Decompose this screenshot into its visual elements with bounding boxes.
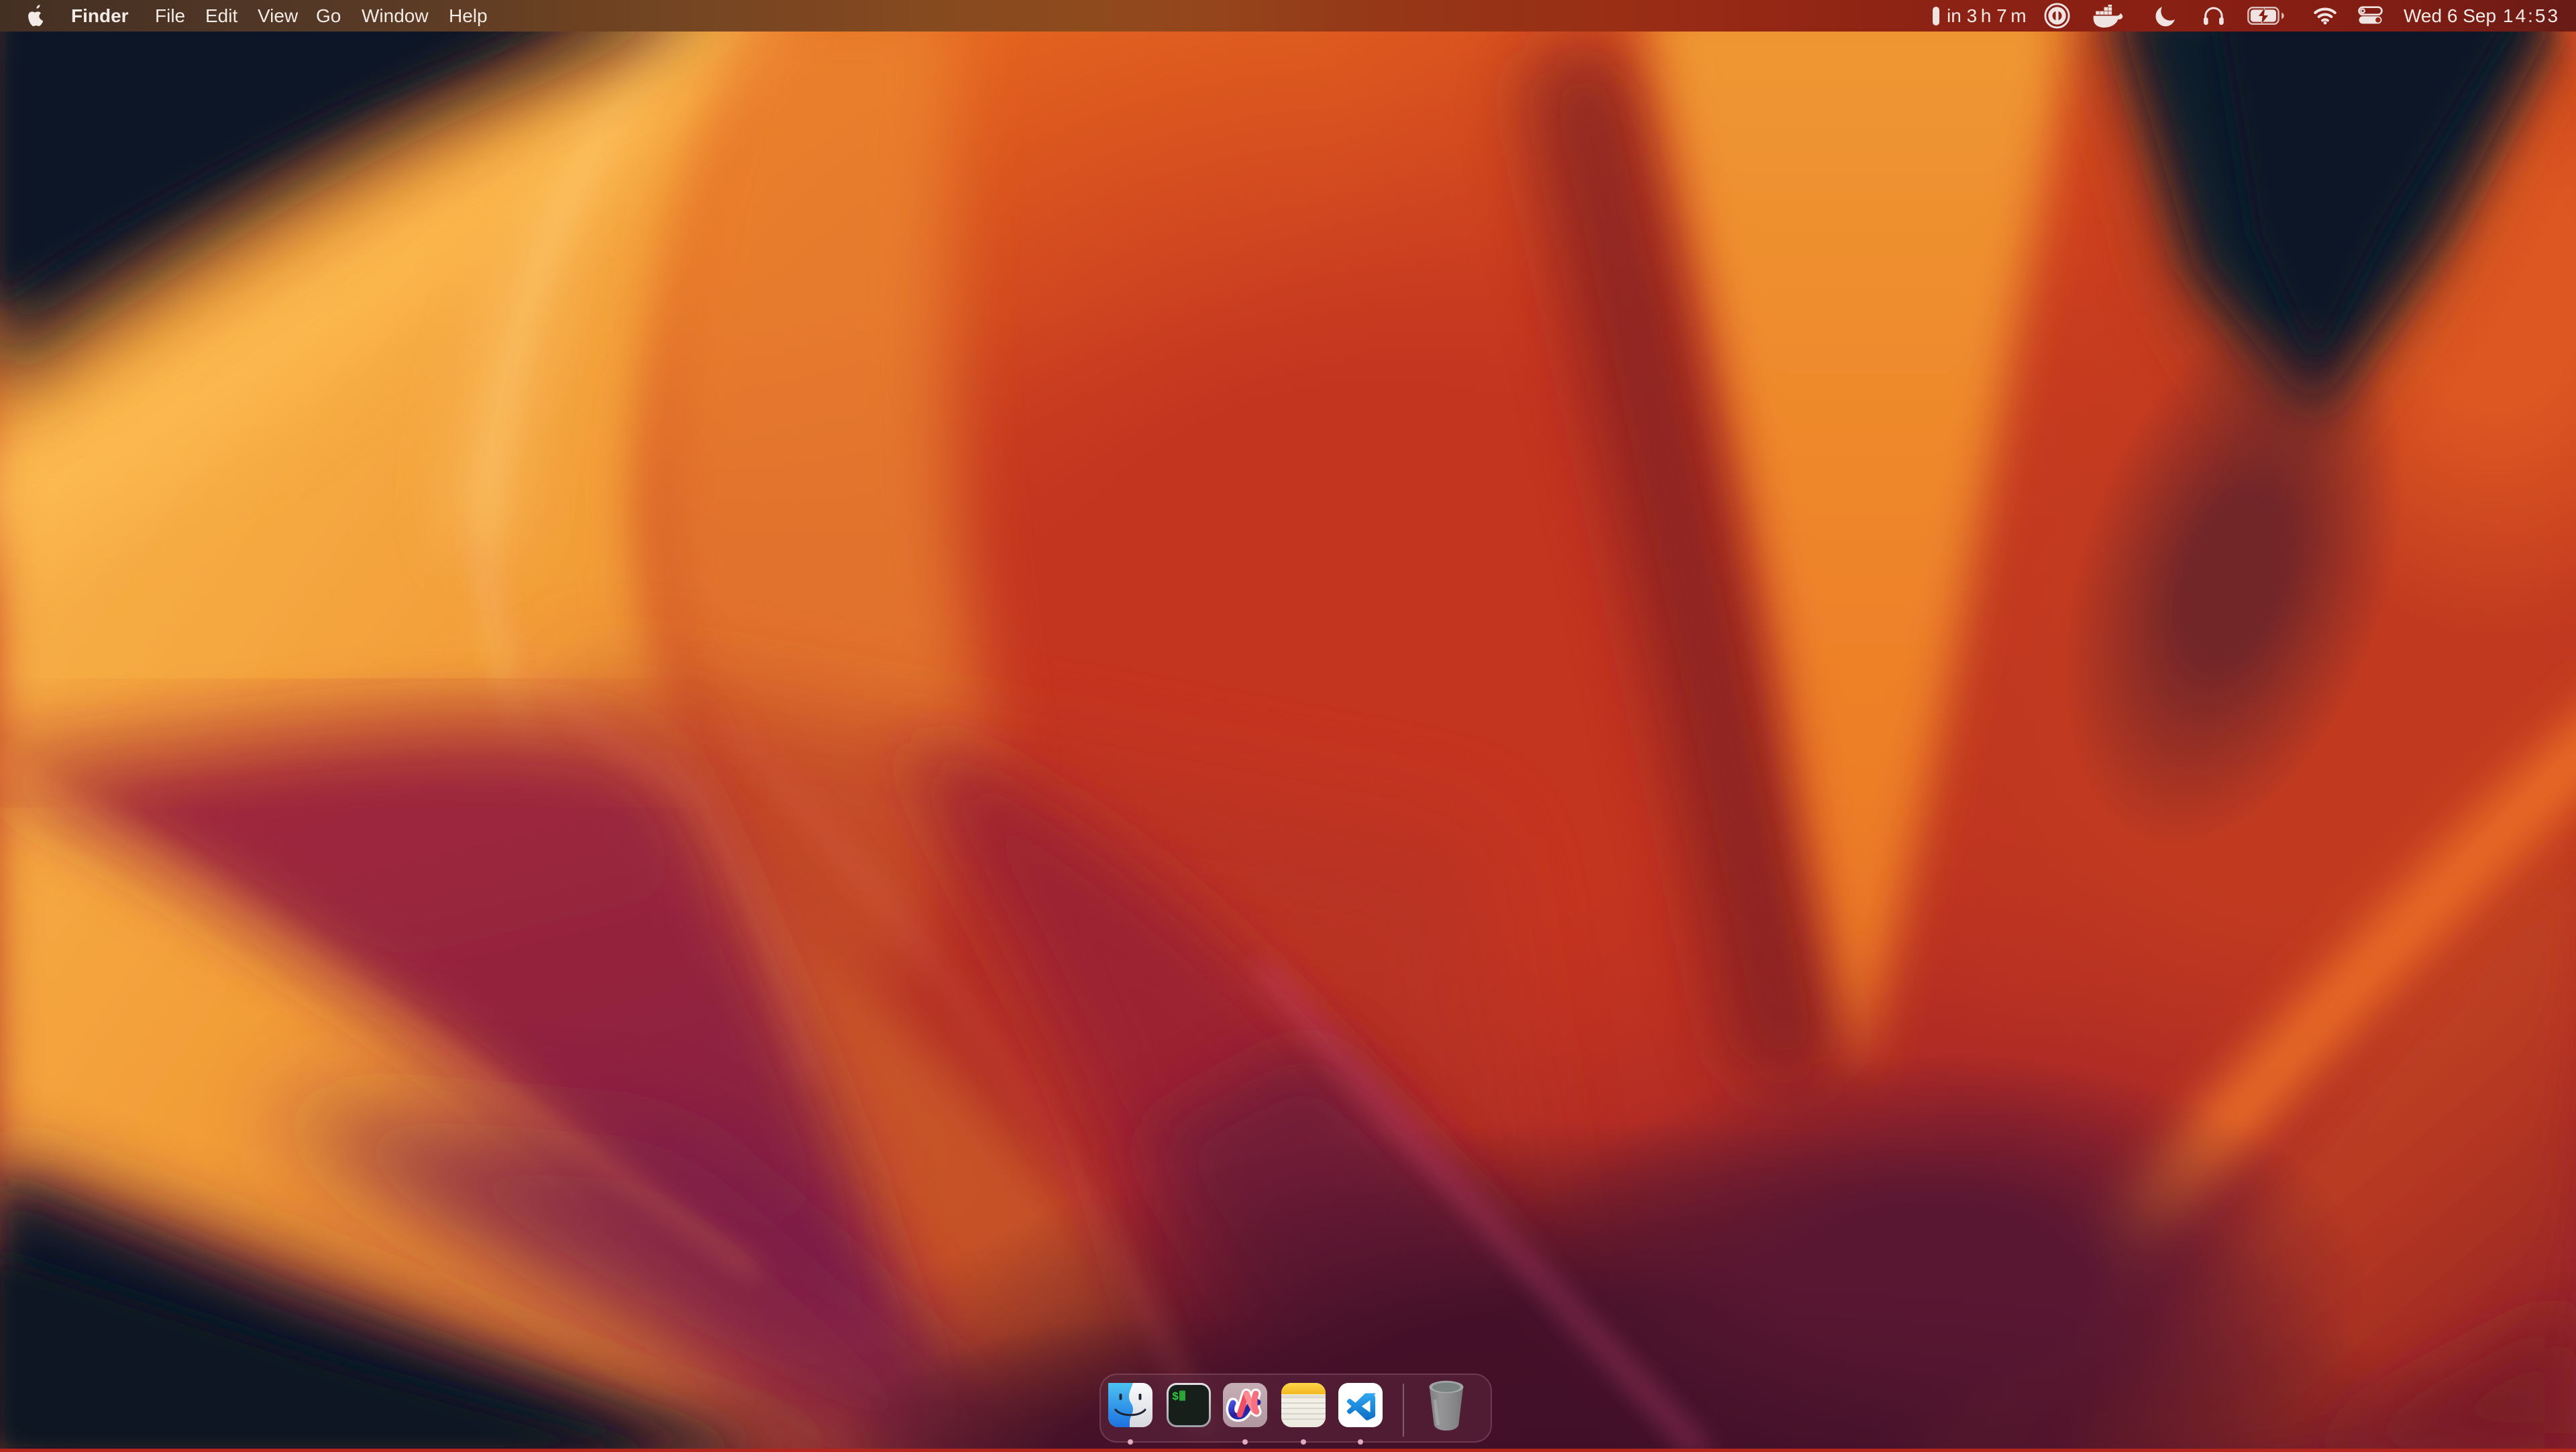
- svg-text:$: $: [1172, 1391, 1179, 1404]
